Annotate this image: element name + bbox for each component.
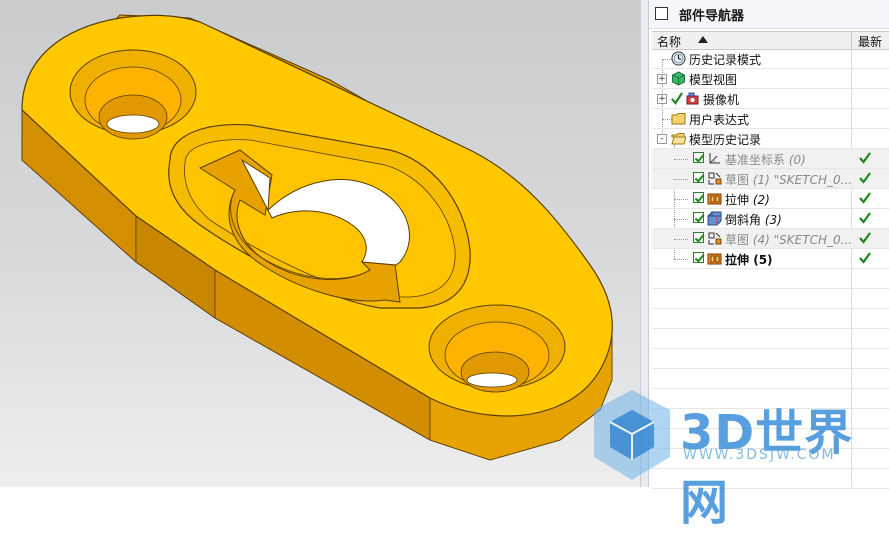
watermark: 3D世界网 WWW.3DSJW.COM bbox=[585, 385, 889, 531]
feature-checkbox[interactable] bbox=[693, 212, 704, 223]
tree-item-sketch-4[interactable]: 草图 (4) "SKETCH_0... bbox=[652, 229, 889, 249]
tree-item-label: 用户表达式 bbox=[689, 113, 750, 127]
expand-icon[interactable]: + bbox=[657, 74, 667, 84]
feature-checkbox[interactable] bbox=[693, 192, 704, 203]
clock-icon bbox=[671, 51, 686, 66]
tree-connector bbox=[674, 159, 688, 160]
empty-row bbox=[652, 329, 889, 349]
chamfer-icon bbox=[707, 211, 722, 226]
navigator-title: 部件导航器 bbox=[679, 9, 745, 24]
tree-item-extrude-5[interactable]: 拉伸 (5) bbox=[652, 249, 889, 269]
latest-check-icon bbox=[859, 152, 871, 164]
latest-check-icon bbox=[859, 172, 871, 184]
tree-item-user-expressions[interactable]: 用户表达式 bbox=[652, 109, 889, 129]
tree-connector bbox=[674, 179, 688, 180]
folder-icon bbox=[671, 113, 686, 125]
model-view-icon bbox=[672, 71, 685, 86]
latest-check-icon bbox=[859, 212, 871, 224]
column-header: 名称 最新 bbox=[652, 31, 889, 50]
feature-checkbox[interactable] bbox=[693, 152, 704, 163]
folder-open-icon bbox=[671, 133, 686, 145]
tree-item-chamfer-3[interactable]: 倒斜角 (3) bbox=[652, 209, 889, 229]
check-mark-icon bbox=[671, 92, 683, 105]
feature-checkbox[interactable] bbox=[693, 172, 704, 183]
column-latest[interactable]: 最新 bbox=[858, 33, 882, 50]
latest-check-icon bbox=[859, 192, 871, 204]
camera-icon bbox=[686, 92, 699, 105]
extrude-icon bbox=[707, 253, 722, 265]
tree-connector bbox=[674, 259, 688, 260]
tree-item-label: 拉伸 (2) bbox=[725, 193, 770, 207]
tree-item-label: 草图 (4) "SKETCH_0... bbox=[725, 233, 853, 247]
collapse-icon[interactable]: - bbox=[657, 134, 667, 144]
column-name[interactable]: 名称 bbox=[657, 33, 681, 50]
tree-item-model-history[interactable]: - 模型历史记录 bbox=[652, 129, 889, 149]
tree-item-label: 模型视图 bbox=[689, 73, 738, 87]
tree-item-history-mode[interactable]: 历史记录模式 bbox=[652, 49, 889, 69]
sketch-icon bbox=[708, 232, 722, 245]
tree-item-label: 拉伸 (5) bbox=[725, 253, 773, 267]
tree-item-extrude-2[interactable]: 拉伸 (2) bbox=[652, 189, 889, 209]
navigator-header: 部件导航器 bbox=[649, 0, 889, 29]
feature-checkbox[interactable] bbox=[693, 232, 704, 243]
feature-checkbox[interactable] bbox=[693, 252, 704, 263]
watermark-brand: 3D世界网 bbox=[680, 405, 854, 531]
column-divider[interactable] bbox=[851, 32, 852, 49]
tree-connector bbox=[674, 219, 688, 220]
tree-connector bbox=[674, 239, 688, 240]
part-model[interactable] bbox=[0, 0, 640, 487]
tree-item-label: 基准坐标系 (0) bbox=[725, 153, 806, 167]
watermark-url: WWW.3DSJW.COM bbox=[683, 447, 836, 463]
extrude-icon bbox=[707, 193, 722, 205]
tree-item-label: 草图 (1) "SKETCH_0... bbox=[725, 173, 853, 187]
tree-item-cameras[interactable]: + 摄像机 bbox=[652, 89, 889, 109]
tree-item-label: 历史记录模式 bbox=[689, 53, 762, 67]
latest-check-icon bbox=[859, 232, 871, 244]
datum-csys-icon bbox=[709, 153, 720, 164]
tree-item-label: 倒斜角 (3) bbox=[725, 213, 782, 227]
empty-row bbox=[652, 269, 889, 289]
tree-item-datum-csys[interactable]: 基准坐标系 (0) bbox=[652, 149, 889, 169]
empty-row bbox=[652, 349, 889, 369]
sort-ascending-icon[interactable] bbox=[698, 36, 708, 43]
empty-row bbox=[652, 309, 889, 329]
empty-row bbox=[652, 289, 889, 309]
latest-check-icon bbox=[859, 252, 871, 264]
expand-icon[interactable]: + bbox=[657, 94, 667, 104]
tree-connector bbox=[674, 199, 688, 200]
tree-item-sketch-1[interactable]: 草图 (1) "SKETCH_0... bbox=[652, 169, 889, 189]
watermark-cube-logo bbox=[594, 390, 670, 480]
tree-item-model-views[interactable]: + 模型视图 bbox=[652, 69, 889, 89]
graphics-viewport[interactable] bbox=[0, 0, 640, 487]
tree-item-label: 摄像机 bbox=[703, 93, 740, 107]
tree-item-label: 模型历史记录 bbox=[689, 133, 762, 147]
navigator-pin-icon[interactable] bbox=[655, 7, 668, 20]
sketch-icon bbox=[708, 172, 722, 185]
